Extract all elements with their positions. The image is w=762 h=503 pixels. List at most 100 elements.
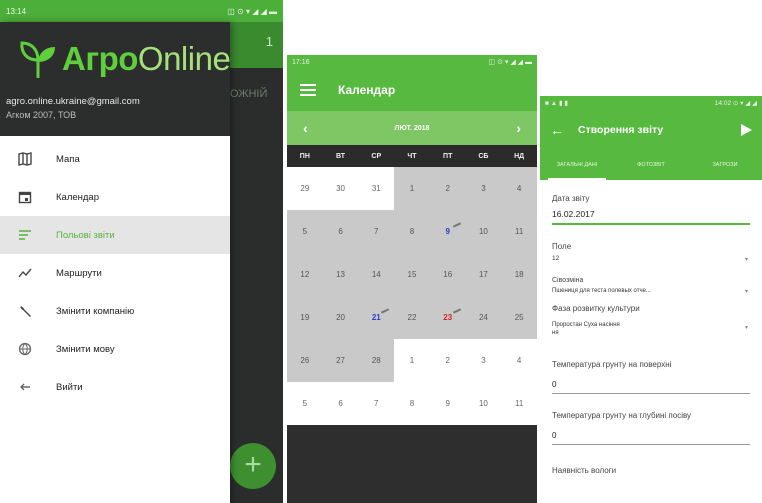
calendar-day[interactable]: 8 xyxy=(394,382,430,425)
day-number: 28 xyxy=(371,356,381,365)
menu-item-map[interactable]: Мапа xyxy=(0,140,230,178)
calendar-day-with-report[interactable]: 21 xyxy=(358,296,395,339)
calendar-day[interactable]: 4 xyxy=(501,167,537,210)
menu-item-label: Календар xyxy=(56,191,100,203)
calendar-day[interactable]: 9 xyxy=(429,382,466,425)
report-marker-icon xyxy=(381,307,390,314)
calendar-day[interactable]: 5 xyxy=(287,382,323,425)
day-number: 6 xyxy=(338,399,343,408)
calendar-day[interactable]: 18 xyxy=(501,253,537,296)
calendar-day[interactable]: 6 xyxy=(322,382,359,425)
tab-threats[interactable]: ЗАГРОЗИ xyxy=(688,150,762,180)
calendar-day[interactable]: 15 xyxy=(394,253,430,296)
send-icon[interactable] xyxy=(741,124,752,136)
calendar-day[interactable]: 22 xyxy=(394,296,430,339)
calendar-day[interactable]: 3 xyxy=(465,339,502,382)
calendar-day[interactable]: 14 xyxy=(358,253,395,296)
menu-item-field-reports[interactable]: Польові звіти xyxy=(0,216,230,254)
status-time: 17:16 xyxy=(292,58,310,66)
calendar-day[interactable]: 4 xyxy=(501,339,537,382)
crop-phase-select[interactable]: Проростан Суха насіння xyxy=(552,322,620,328)
surface-temp-input[interactable]: 0 xyxy=(552,380,556,389)
day-number: 13 xyxy=(336,270,346,279)
logo-text-online: Online xyxy=(137,40,231,77)
menu-item-routes[interactable]: Маршрути xyxy=(0,254,230,292)
hamburger-icon[interactable] xyxy=(300,84,316,96)
calendar-day[interactable]: 11 xyxy=(501,210,537,253)
menu-item-calendar[interactable]: Календар xyxy=(0,178,230,216)
calendar-day[interactable]: 29 xyxy=(287,167,323,210)
calendar-day[interactable]: 7 xyxy=(358,382,395,425)
calendar-day[interactable]: 13 xyxy=(322,253,359,296)
calendar-day[interactable]: 17 xyxy=(465,253,502,296)
calendar-grid: 29 30 31 1 2 3 4 5 6 7 8 9 10 11 12 13 14 15 16 17 18 19 20 21 2… xyxy=(287,167,537,425)
status-icons: ◫ ⊙ ▾ ◢ ◢ ▬ xyxy=(488,59,532,66)
calendar-day[interactable]: 6 xyxy=(322,210,359,253)
calendar-day[interactable]: 27 xyxy=(322,339,359,382)
day-number: 21 xyxy=(371,313,381,322)
weekday-label: НД xyxy=(514,152,525,160)
tab-photo-report[interactable]: ФОТОЗВІТ xyxy=(614,150,688,180)
crop-rotation-select[interactable]: Пшениця для теста полевых отче... xyxy=(552,288,651,294)
status-bar: 13:14 ◫ ⊙ ▾ ◢ ◢ ▬ xyxy=(0,0,283,22)
menu-item-change-language[interactable]: Змінити мову xyxy=(0,330,230,368)
calendar-day[interactable]: 10 xyxy=(465,382,502,425)
calendar-day[interactable]: 2 xyxy=(429,339,466,382)
status-notifications: ■ ▲ ▮ ▮ xyxy=(545,100,568,107)
day-number: 15 xyxy=(407,270,417,279)
day-number: 3 xyxy=(481,356,486,365)
next-month-button[interactable]: › xyxy=(516,120,521,136)
calendar-day[interactable]: 2 xyxy=(429,167,466,210)
report-appbar: ← Створення звіту xyxy=(540,110,762,150)
calendar-day[interactable]: 7 xyxy=(358,210,395,253)
calendar-day[interactable]: 12 xyxy=(287,253,323,296)
calendar-day[interactable]: 25 xyxy=(501,296,537,339)
calendar-day[interactable]: 26 xyxy=(287,339,323,382)
status-bar: 17:16 ◫ ⊙ ▾ ◢ ◢ ▬ xyxy=(287,55,537,69)
calendar-day[interactable]: 19 xyxy=(287,296,323,339)
depth-temp-input[interactable]: 0 xyxy=(552,431,556,440)
calendar-day[interactable]: 1 xyxy=(394,339,430,382)
calendar-day[interactable]: 20 xyxy=(322,296,359,339)
calendar-day[interactable]: 28 xyxy=(358,339,395,382)
calendar-day[interactable]: 16 xyxy=(429,253,466,296)
logo-text-agro: Агро xyxy=(62,40,138,77)
field-dropdown-icon[interactable]: ▾ xyxy=(745,256,748,263)
background-title-digit: 1 xyxy=(265,34,273,49)
background-label: ОЖНІЙ xyxy=(230,88,268,100)
calendar-day[interactable]: 30 xyxy=(322,167,359,210)
day-number: 10 xyxy=(478,399,488,408)
account-company: Агком 2007, ТОВ xyxy=(6,110,77,120)
date-field-underline xyxy=(552,223,750,225)
menu-item-label: Маршрути xyxy=(56,267,102,279)
drawer-header: АгроOnline agro.online.ukraine@gmail.com… xyxy=(0,22,231,136)
calendar-day[interactable]: 24 xyxy=(465,296,502,339)
calendar-day[interactable]: 5 xyxy=(287,210,323,253)
globe-icon xyxy=(17,341,33,357)
calendar-day[interactable]: 1 xyxy=(394,167,430,210)
menu-item-logout[interactable]: Вийти xyxy=(0,368,230,406)
date-field[interactable]: 16.02.2017 xyxy=(552,209,595,219)
phase-dropdown-icon[interactable]: ▾ xyxy=(745,324,748,331)
report-marker-icon xyxy=(452,307,461,314)
menu-item-change-company[interactable]: Змінити компанію xyxy=(0,292,230,330)
depth-temp-label: Температура грунту на глубині посіву xyxy=(552,411,692,420)
menu-item-label: Змінити компанію xyxy=(56,305,135,317)
tab-general[interactable]: ЗАГАЛЬНІ ДАНІ xyxy=(540,150,614,180)
menu-item-label: Вийти xyxy=(56,381,83,393)
back-arrow-icon[interactable]: ← xyxy=(550,122,564,138)
calendar-day[interactable]: 11 xyxy=(501,382,537,425)
calendar-day-with-report[interactable]: 23 xyxy=(429,296,466,339)
calendar-day[interactable]: 31 xyxy=(358,167,395,210)
calendar-day[interactable]: 3 xyxy=(465,167,502,210)
field-select[interactable]: 12 xyxy=(552,255,559,262)
calendar-day[interactable]: 10 xyxy=(465,210,502,253)
prev-month-button[interactable]: ‹ xyxy=(303,120,308,136)
weekday-label: ВТ xyxy=(336,152,346,160)
background-appbar: 1 xyxy=(230,22,283,68)
calendar-day-with-report[interactable]: 9 xyxy=(429,210,466,253)
calendar-day[interactable]: 8 xyxy=(394,210,430,253)
crop-dropdown-icon[interactable]: ▾ xyxy=(745,288,748,295)
add-fab-button[interactable]: + xyxy=(230,443,276,489)
report-marker-icon xyxy=(452,221,461,228)
